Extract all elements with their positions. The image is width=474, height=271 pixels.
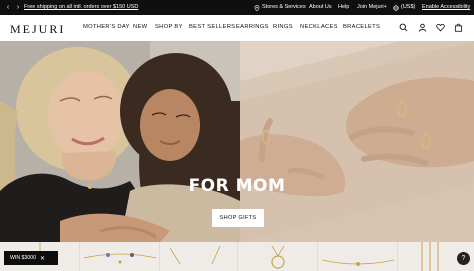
join-link[interactable]: Join Mejuri+ <box>357 0 387 15</box>
product-image <box>271 245 285 269</box>
nav-item-bracelets[interactable]: BRACELETS <box>343 24 380 30</box>
user-icon[interactable] <box>418 23 427 32</box>
product-tile[interactable] <box>80 242 160 271</box>
promo-text[interactable]: Free shipping on all intl. orders over $… <box>24 0 138 15</box>
nav-item-shop-by[interactable]: SHOP BY <box>155 24 183 30</box>
help-chat-button[interactable]: ? <box>457 252 470 265</box>
accessibility-link[interactable]: Enable Accessibility <box>422 0 470 15</box>
product-image <box>169 245 221 265</box>
hero-image-mother-daughter <box>0 41 240 242</box>
product-tile[interactable] <box>318 242 398 271</box>
win-promo-pill[interactable]: WIN $3000 ✕ <box>4 251 58 265</box>
product-tile[interactable] <box>238 242 318 271</box>
shop-gifts-button[interactable]: SHOP GIFTS <box>212 209 264 227</box>
stores-link[interactable]: Stores & Services <box>254 0 306 15</box>
region-selector[interactable]: (US$) <box>393 0 415 15</box>
hero-title: FOR MOM <box>188 176 286 196</box>
nav-item-earrings[interactable]: EARRINGS <box>236 24 269 30</box>
nav-item-best-sellers[interactable]: BEST SELLERS <box>189 24 235 30</box>
nav-item-rings[interactable]: RINGS <box>273 24 293 30</box>
help-link[interactable]: Help <box>338 0 349 15</box>
heart-icon[interactable] <box>436 23 445 32</box>
hero-photo-illustration <box>0 41 240 242</box>
hands-illustration <box>240 41 474 242</box>
nav-item-necklaces[interactable]: NECKLACES <box>300 24 338 30</box>
location-pin-icon <box>254 4 260 11</box>
hero-image-hands-rings <box>240 41 474 242</box>
promo-bar: ‹ › Free shipping on all intl. orders ov… <box>0 0 474 15</box>
about-link[interactable]: About Us <box>309 0 332 15</box>
main-nav: MEJURI MOTHER'S DAY NEW SHOP BY BEST SEL… <box>0 15 474 41</box>
nav-item-mothers-day[interactable]: MOTHER'S DAY <box>83 24 130 30</box>
bag-icon[interactable] <box>454 23 463 32</box>
stores-label: Stores & Services <box>262 4 306 10</box>
chevron-right-icon[interactable]: › <box>13 0 23 15</box>
region-label: (US$) <box>401 4 416 10</box>
logo[interactable]: MEJURI <box>10 22 65 37</box>
hero-banner[interactable]: FOR MOM SHOP GIFTS <box>0 41 474 242</box>
product-image <box>83 253 157 264</box>
nav-item-new[interactable]: NEW <box>133 24 147 30</box>
chevron-left-icon[interactable]: ‹ <box>3 0 13 15</box>
globe-icon <box>393 4 399 11</box>
product-tile[interactable] <box>160 242 238 271</box>
close-icon[interactable]: ✕ <box>40 255 45 262</box>
product-image <box>321 259 395 266</box>
search-icon[interactable] <box>399 23 408 32</box>
win-promo-label: WIN $3000 <box>10 255 36 261</box>
product-strip <box>0 242 474 271</box>
